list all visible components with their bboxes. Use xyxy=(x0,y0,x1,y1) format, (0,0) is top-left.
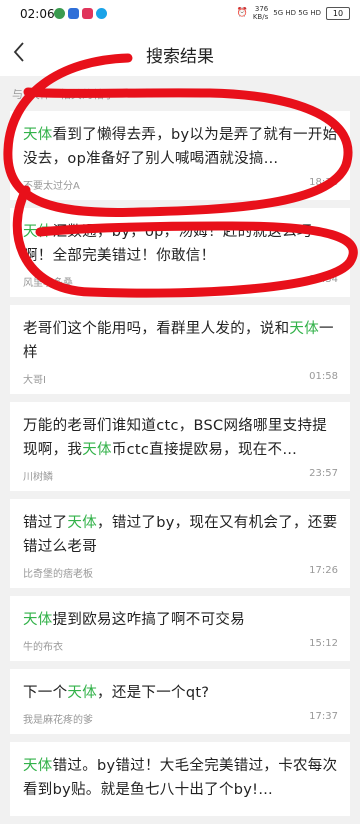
keyword-highlight: 天体 xyxy=(23,758,53,774)
section-hint: 与“天体” 相关的帖子 xyxy=(12,82,352,108)
post-author: 风里嗖多桑 xyxy=(23,278,73,289)
post-list: 天体看到了懒得去弄，by以为是弄了就有一开始没去，op准备好了别人喊喝酒就没搞…… xyxy=(10,111,350,824)
post-item[interactable]: 老哥们这个能用吗，看群里人发的，说和天体一样 大哥I 01:58 xyxy=(10,305,350,394)
post-time: 18:36 xyxy=(309,177,338,188)
alarm-icon: ⏰ xyxy=(236,8,248,18)
post-time: 23:57 xyxy=(309,468,338,479)
nav-bar: 搜索结果 xyxy=(0,28,360,76)
post-author: 比奇堡的痞老板 xyxy=(23,569,93,580)
post-text: 错过了天体，错过了by，现在又有机会了，还要错过么老哥 xyxy=(23,515,338,555)
post-text: 老哥们这个能用吗，看群里人发的，说和天体一样 xyxy=(23,321,334,361)
signal-indicator: 5G HD 5G HD xyxy=(273,9,321,17)
post-author: 大哥I xyxy=(23,375,46,386)
post-time: 17:26 xyxy=(309,565,338,576)
post-item[interactable]: 天体提到欧易这咋搞了啊不可交易 牛的布衣 15:12 xyxy=(10,596,350,661)
status-bar: 02:06 ⏰ 376 KB/s 5G HD 5G HD 10 xyxy=(0,0,360,28)
post-item[interactable]: 错过了天体，错过了by，现在又有机会了，还要错过么老哥 比奇堡的痞老板 17:26 xyxy=(10,499,350,588)
post-item[interactable]: 天体汇数通，by，op，汤姆！赶的就这么巧啊！全部完美错过！你敢信！ 风里嗖多桑… xyxy=(10,208,350,297)
section-hint-prefix: 与 xyxy=(12,88,23,101)
post-text: 天体错过。by错过！大毛全完美错过，卡农每次看到by贴。就是鱼七八十出了个by!… xyxy=(23,758,338,798)
qq-notification-icon xyxy=(96,8,107,19)
section-hint-keyword: “天体” xyxy=(23,88,57,101)
notification-icons xyxy=(54,8,107,19)
post-item[interactable]: 下一个天体，还是下一个qt? 我是麻花疼的爹 17:37 xyxy=(10,669,350,734)
battery-icon: 10 xyxy=(326,6,350,20)
status-time: 02:06 xyxy=(20,7,55,21)
chat-notification-icon xyxy=(54,8,65,19)
post-author: 我是麻花疼的爹 xyxy=(23,715,93,726)
section-hint-suffix: 相关的帖子 xyxy=(59,88,115,101)
video-notification-icon xyxy=(82,8,93,19)
keyword-highlight: 天体 xyxy=(82,442,112,458)
post-time: 17:37 xyxy=(309,711,338,722)
app-notification-icon xyxy=(68,8,79,19)
keyword-highlight: 天体 xyxy=(67,515,98,531)
keyword-highlight: 天体 xyxy=(289,321,320,337)
page-title: 搜索结果 xyxy=(146,47,214,67)
keyword-highlight: 天体 xyxy=(67,685,98,701)
post-item[interactable]: 万能的老哥们谁知道ctc，BSC网络哪里支持提现啊，我天体币ctc直接提欧易，现… xyxy=(10,402,350,491)
post-item[interactable]: 天体看到了懒得去弄，by以为是弄了就有一开始没去，op准备好了别人喊喝酒就没搞…… xyxy=(10,111,350,200)
keyword-highlight: 天体 xyxy=(23,127,53,143)
post-text: 天体汇数通，by，op，汤姆！赶的就这么巧啊！全部完美错过！你敢信！ xyxy=(23,224,312,264)
post-text: 万能的老哥们谁知道ctc，BSC网络哪里支持提现啊，我天体币ctc直接提欧易，现… xyxy=(23,418,328,458)
post-time: 15:12 xyxy=(309,638,338,649)
net-speed-unit: KB/s xyxy=(252,13,269,21)
post-text: 下一个天体，还是下一个qt? xyxy=(23,685,210,701)
net-speed-value: 376 xyxy=(254,5,269,13)
post-text: 天体看到了懒得去弄，by以为是弄了就有一开始没去，op准备好了别人喊喝酒就没搞… xyxy=(23,127,338,167)
net-speed: 376 KB/s xyxy=(253,5,268,21)
post-author: 牛的布衣 xyxy=(23,642,63,653)
post-time: 01:58 xyxy=(309,371,338,382)
post-author: 川树鳞 xyxy=(23,472,53,483)
keyword-highlight: 天体 xyxy=(23,224,53,240)
post-item[interactable]: 天体错过。by错过！大毛全完美错过，卡农每次看到by贴。就是鱼七八十出了个by!… xyxy=(10,742,350,816)
post-text: 天体提到欧易这咋搞了啊不可交易 xyxy=(23,612,246,628)
post-time: 18:34 xyxy=(309,274,338,285)
keyword-highlight: 天体 xyxy=(23,612,53,628)
post-author: 不要太过分A xyxy=(23,181,80,192)
